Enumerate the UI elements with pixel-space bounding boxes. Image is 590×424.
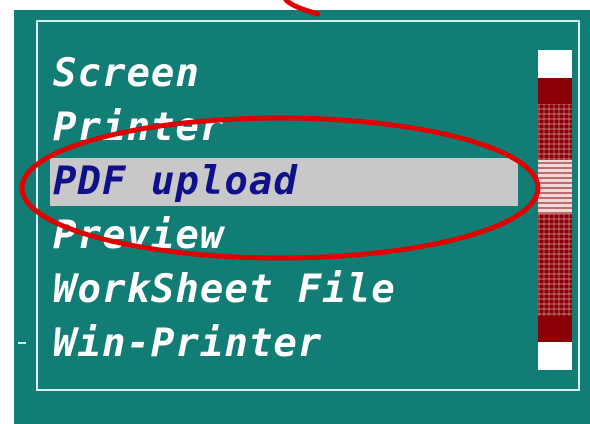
- scrollbar-thumb[interactable]: [538, 160, 572, 214]
- scroll-track-upper[interactable]: [538, 78, 572, 104]
- dos-output-selection-screen: Screen Printer PDF upload Preview WorkSh…: [0, 0, 590, 424]
- menu-item-win-printer[interactable]: Win-Printer: [50, 320, 518, 368]
- output-menu-list: Screen Printer PDF upload Preview WorkSh…: [50, 50, 520, 380]
- dialog-frame-top: [36, 20, 580, 22]
- vertical-scrollbar[interactable]: [538, 50, 572, 370]
- frame-left-tick: [18, 342, 26, 344]
- dialog-frame-bottom: [36, 389, 580, 391]
- scroll-down-button[interactable]: [538, 342, 572, 370]
- menu-item-worksheet-file[interactable]: WorkSheet File: [50, 266, 518, 314]
- dialog-frame-left: [36, 20, 38, 391]
- menu-item-screen[interactable]: Screen: [50, 50, 518, 98]
- scroll-up-button[interactable]: [538, 50, 572, 78]
- scroll-track-lower[interactable]: [538, 316, 572, 342]
- menu-item-printer[interactable]: Printer: [50, 104, 518, 152]
- dialog-frame-right: [578, 20, 580, 391]
- menu-item-preview[interactable]: Preview: [50, 212, 518, 260]
- menu-item-pdf-upload[interactable]: PDF upload: [50, 158, 518, 206]
